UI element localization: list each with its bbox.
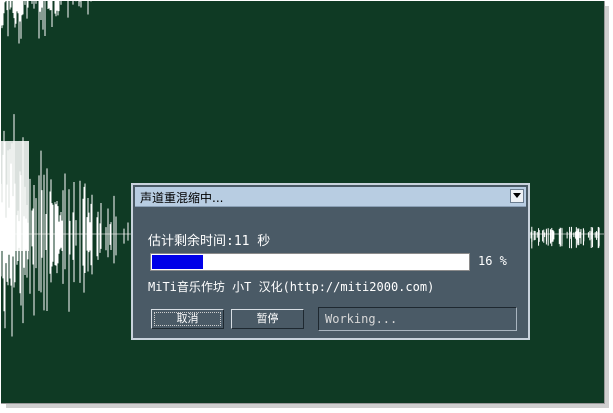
waveform-peak-region [1,141,29,251]
chevron-down-icon [513,193,521,198]
credit-text: MiTi音乐作坊 小T 汉化(http://miti2000.com) [148,280,435,294]
progress-dialog: 声道重混缩中... 估计剩余时间:11 秒 16 % MiTi音乐作坊 小T 汉… [131,183,530,340]
progress-bar [150,253,470,271]
status-text: Working... [325,312,398,326]
status-field: Working... [318,307,517,331]
cancel-button[interactable]: 取消 [151,309,224,329]
pause-button[interactable]: 暂停 [231,309,304,329]
dialog-title: 声道重混缩中... [140,191,224,205]
dropdown-button[interactable] [510,189,524,203]
remaining-time-label: 估计剩余时间:11 秒 [148,234,271,249]
progress-bar-fill [152,255,203,269]
progress-percent: 16 % [478,254,507,268]
dialog-titlebar[interactable]: 声道重混缩中... [135,187,526,207]
